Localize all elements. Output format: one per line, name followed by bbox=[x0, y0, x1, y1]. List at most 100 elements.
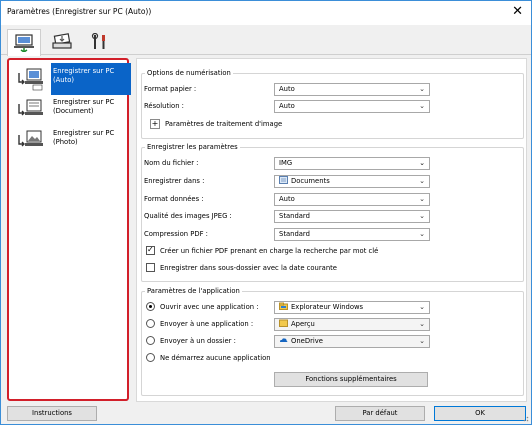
jpeg-quality-select[interactable]: Standard ⌄ bbox=[274, 210, 430, 223]
searchable-pdf-label: Créer un fichier PDF prenant en charge l… bbox=[160, 247, 379, 255]
pdf-compression-row: Compression PDF : Standard ⌄ bbox=[144, 228, 522, 241]
data-format-select[interactable]: Auto ⌄ bbox=[274, 193, 430, 206]
send-to-folder-row: Envoyer à un dossier : OneDrive ⌄ bbox=[144, 335, 522, 348]
group-legend: Options de numérisation bbox=[145, 69, 233, 77]
tab-bar bbox=[1, 25, 531, 56]
select-value: Standard bbox=[279, 212, 310, 220]
label-line-2: (Photo) bbox=[53, 138, 78, 146]
window-title: Paramètres (Enregistrer sur PC (Auto)) bbox=[7, 7, 152, 16]
scan-options-group: Options de numérisation Format papier : … bbox=[141, 69, 524, 139]
tab-general-settings[interactable] bbox=[83, 29, 117, 55]
chevron-down-icon: ⌄ bbox=[419, 159, 425, 167]
save-to-pc-photo-icon bbox=[18, 130, 43, 147]
file-name-select[interactable]: IMG ⌄ bbox=[274, 157, 430, 170]
settings-panel: Options de numérisation Format papier : … bbox=[136, 58, 527, 402]
chevron-down-icon: ⌄ bbox=[419, 195, 425, 203]
no-app-row: Ne démarrez aucune application bbox=[144, 353, 522, 365]
group-legend: Enregistrer les paramètres bbox=[145, 143, 240, 151]
sidebar-item-save-auto[interactable]: Enregistrer sur PC (Auto) bbox=[13, 63, 133, 95]
send-to-app-label: Envoyer à une application : bbox=[160, 320, 254, 328]
open-with-radio[interactable] bbox=[146, 302, 155, 311]
save-to-pc-auto-icon bbox=[18, 68, 43, 91]
send-to-folder-select[interactable]: OneDrive ⌄ bbox=[274, 335, 430, 348]
pdf-compression-select[interactable]: Standard ⌄ bbox=[274, 228, 430, 241]
expand-image-processing-button[interactable]: + bbox=[150, 119, 160, 129]
save-in-label: Enregistrer dans : bbox=[144, 177, 205, 185]
application-settings-group: Paramètres de l'application Ouvrir avec … bbox=[141, 287, 524, 396]
tab-scan-from-computer[interactable] bbox=[7, 29, 41, 56]
settings-window: Paramètres (Enregistrer sur PC (Auto)) ✕ bbox=[0, 0, 532, 425]
onedrive-icon bbox=[280, 338, 288, 342]
send-to-app-radio[interactable] bbox=[146, 319, 155, 328]
sidebar-item-save-photo[interactable]: Enregistrer sur PC (Photo) bbox=[13, 127, 133, 155]
label-line-2: (Auto) bbox=[53, 76, 75, 84]
sidebar-item-label: Enregistrer sur PC (Document) bbox=[53, 98, 131, 116]
resize-grip-icon[interactable] bbox=[521, 414, 529, 422]
tools-icon bbox=[91, 33, 105, 49]
ok-button[interactable]: OK bbox=[434, 406, 526, 421]
chevron-down-icon: ⌄ bbox=[419, 212, 425, 220]
resolution-select[interactable]: Auto ⌄ bbox=[274, 100, 430, 113]
save-in-row: Enregistrer dans : Documents ⌄ bbox=[144, 175, 522, 188]
file-explorer-icon bbox=[279, 302, 288, 310]
select-value: Explorateur Windows bbox=[291, 303, 364, 311]
file-name-row: Nom du fichier : IMG ⌄ bbox=[144, 157, 522, 170]
date-subfolder-checkbox[interactable] bbox=[146, 263, 155, 272]
no-app-radio[interactable] bbox=[146, 353, 155, 362]
save-settings-group: Enregistrer les paramètres Nom du fichie… bbox=[141, 143, 524, 282]
image-processing-row: + Paramètres de traitement d'image bbox=[144, 119, 522, 131]
label-line-1: Enregistrer sur PC bbox=[53, 98, 115, 106]
select-value: Auto bbox=[279, 195, 295, 203]
sidebar-item-save-document[interactable]: Enregistrer sur PC (Document) bbox=[13, 96, 133, 124]
searchable-pdf-checkbox[interactable] bbox=[146, 245, 155, 255]
input-value: IMG bbox=[279, 159, 293, 167]
no-app-label: Ne démarrez aucune application bbox=[160, 354, 271, 362]
select-value: Aperçu bbox=[291, 320, 315, 328]
jpeg-quality-row: Qualité des images JPEG : Standard ⌄ bbox=[144, 210, 522, 223]
select-value: Auto bbox=[279, 85, 295, 93]
paper-size-select[interactable]: Auto ⌄ bbox=[274, 83, 430, 96]
more-functions-button[interactable]: Fonctions supplémentaires bbox=[274, 372, 428, 387]
sidebar-item-label: Enregistrer sur PC (Auto) bbox=[53, 67, 131, 85]
paper-size-label: Format papier : bbox=[144, 85, 197, 93]
image-processing-label: Paramètres de traitement d'image bbox=[165, 120, 283, 128]
date-subfolder-row: Enregistrer dans sous-dossier avec la da… bbox=[144, 263, 522, 275]
select-value: Standard bbox=[279, 230, 310, 238]
save-in-select[interactable]: Documents ⌄ bbox=[274, 175, 430, 188]
instructions-button[interactable]: Instructions bbox=[7, 406, 97, 421]
label-line-1: Enregistrer sur PC bbox=[53, 67, 115, 75]
select-value: Documents bbox=[291, 177, 330, 185]
sidebar-item-label: Enregistrer sur PC (Photo) bbox=[53, 129, 131, 147]
file-name-label: Nom du fichier : bbox=[144, 159, 199, 167]
group-legend: Paramètres de l'application bbox=[145, 287, 242, 295]
chevron-down-icon: ⌄ bbox=[419, 230, 425, 238]
resolution-row: Résolution : Auto ⌄ bbox=[144, 100, 522, 113]
paper-size-row: Format papier : Auto ⌄ bbox=[144, 83, 522, 96]
default-button[interactable]: Par défaut bbox=[335, 406, 425, 421]
select-value: OneDrive bbox=[291, 337, 323, 345]
scanner-icon bbox=[52, 33, 72, 49]
close-icon[interactable]: ✕ bbox=[512, 4, 523, 19]
pdf-compression-label: Compression PDF : bbox=[144, 230, 208, 238]
tab-scan-from-panel[interactable] bbox=[45, 29, 79, 55]
chevron-down-icon: ⌄ bbox=[419, 85, 425, 93]
chevron-down-icon: ⌄ bbox=[419, 337, 425, 345]
send-to-folder-label: Envoyer à un dossier : bbox=[160, 337, 236, 345]
searchable-pdf-row: Créer un fichier PDF prenant en charge l… bbox=[144, 245, 522, 258]
send-to-folder-radio[interactable] bbox=[146, 336, 155, 345]
send-to-app-select[interactable]: Aperçu ⌄ bbox=[274, 318, 430, 331]
send-to-app-row: Envoyer à une application : Aperçu ⌄ bbox=[144, 318, 522, 331]
chevron-down-icon: ⌄ bbox=[419, 320, 425, 328]
open-with-label: Ouvrir avec une application : bbox=[160, 303, 259, 311]
select-value: Auto bbox=[279, 102, 295, 110]
title-bar: Paramètres (Enregistrer sur PC (Auto)) ✕ bbox=[1, 1, 531, 25]
data-format-label: Format données : bbox=[144, 195, 204, 203]
scan-mode-list: Enregistrer sur PC (Auto) Enregistrer su… bbox=[7, 58, 131, 401]
open-with-select[interactable]: Explorateur Windows ⌄ bbox=[274, 301, 430, 314]
save-to-pc-document-icon bbox=[18, 99, 43, 116]
preview-icon bbox=[279, 319, 288, 327]
open-with-row: Ouvrir avec une application : Explorateu… bbox=[144, 301, 522, 314]
chevron-down-icon: ⌄ bbox=[419, 303, 425, 311]
jpeg-quality-label: Qualité des images JPEG : bbox=[144, 212, 232, 220]
date-subfolder-label: Enregistrer dans sous-dossier avec la da… bbox=[160, 264, 337, 272]
